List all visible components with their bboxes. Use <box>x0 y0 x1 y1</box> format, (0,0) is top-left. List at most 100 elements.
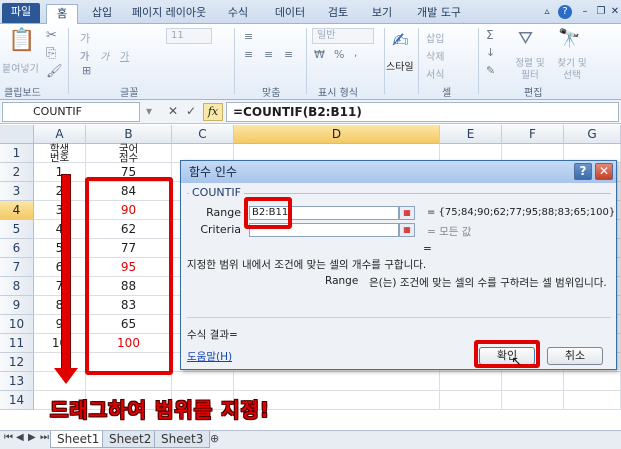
student-number-cell[interactable]: 3 <box>34 201 86 220</box>
row-header-9[interactable]: 9 <box>0 296 34 315</box>
row-header-3[interactable]: 3 <box>0 182 34 201</box>
insert-cells-button[interactable]: 삽입 <box>426 30 444 45</box>
cell[interactable] <box>502 372 564 391</box>
sheet-nav-next-icon[interactable]: ▶ <box>28 432 36 443</box>
student-number-cell[interactable]: 7 <box>34 277 86 296</box>
enter-formula-icon[interactable]: ✓ <box>186 104 196 118</box>
row-header-7[interactable]: 7 <box>0 258 34 277</box>
student-number-cell[interactable]: 4 <box>34 220 86 239</box>
column-header-f[interactable]: F <box>502 125 564 144</box>
student-number-cell[interactable]: 8 <box>34 296 86 315</box>
tab-page-layout[interactable]: 페이지 레이아웃 <box>126 4 212 24</box>
tab-view[interactable]: 보기 <box>368 4 396 24</box>
autosum-icon[interactable]: Σ <box>486 28 494 42</box>
range-collapse-icon[interactable]: ▦ <box>399 206 415 220</box>
cell[interactable] <box>440 372 502 391</box>
formula-input[interactable]: =COUNTIF(B2:B11) <box>226 102 619 122</box>
find-select-icon[interactable]: 🔭 <box>558 28 580 49</box>
sheet-nav-first-icon[interactable]: ⏮ <box>4 432 13 443</box>
row-header-6[interactable]: 6 <box>0 239 34 258</box>
cell[interactable] <box>564 391 621 410</box>
styles-icon[interactable]: ✍ <box>392 28 409 52</box>
comma-icon[interactable]: , <box>354 48 357 59</box>
font-name-box[interactable]: 가 <box>80 30 90 46</box>
cell[interactable] <box>564 372 621 391</box>
currency-icon[interactable]: ₩ <box>314 48 325 61</box>
bold-icon[interactable]: 가 <box>80 48 89 63</box>
tab-formulas[interactable]: 수식 <box>224 4 252 24</box>
tab-file[interactable]: 파일 <box>2 3 40 23</box>
align-top-icon[interactable]: ≡ <box>244 30 253 43</box>
sheet-tab-2[interactable]: Sheet2 <box>102 431 159 448</box>
underline-icon[interactable]: 가 <box>120 48 129 63</box>
row-header-4[interactable]: 4 <box>0 201 34 220</box>
align-right-icon[interactable]: ≡ <box>284 48 293 61</box>
insert-sheet-icon[interactable]: ⊕ <box>210 432 219 445</box>
window-minimize-icon[interactable]: – <box>578 5 592 19</box>
student-number-cell[interactable]: 10 <box>34 334 86 353</box>
row-header-2[interactable]: 2 <box>0 163 34 182</box>
tab-insert[interactable]: 삽입 <box>88 4 116 24</box>
name-box-dropdown-icon[interactable]: ▾ <box>146 104 152 118</box>
sheet-nav-prev-icon[interactable]: ◀ <box>16 432 24 443</box>
percent-icon[interactable]: % <box>334 48 344 61</box>
sort-filter-button[interactable]: 정렬 및 필터 <box>510 58 550 82</box>
tab-data[interactable]: 데이터 <box>272 4 308 24</box>
align-left-icon[interactable]: ≡ <box>244 48 253 61</box>
fill-icon[interactable]: ↓ <box>486 46 495 59</box>
header-korean-score[interactable]: 국어 점수 <box>86 144 172 163</box>
student-number-cell[interactable]: 1 <box>34 163 86 182</box>
window-restore-icon[interactable]: ❐ <box>594 5 608 19</box>
column-header-b[interactable]: B <box>86 125 172 144</box>
column-header-d[interactable]: D <box>234 125 440 144</box>
styles-label[interactable]: 스타일 <box>386 58 414 73</box>
delete-cells-button[interactable]: 삭제 <box>426 48 444 63</box>
header-student-number[interactable]: 학생 번호 <box>34 144 86 163</box>
insert-function-button[interactable]: fx <box>203 103 223 121</box>
sort-filter-icon[interactable]: ⛛ <box>518 28 533 49</box>
row-header-1[interactable]: 1 <box>0 144 34 163</box>
cut-icon[interactable]: ✂ <box>46 28 57 43</box>
cell[interactable] <box>172 372 234 391</box>
select-all-corner[interactable] <box>0 125 34 144</box>
row-header-11[interactable]: 11 <box>0 334 34 353</box>
column-header-g[interactable]: G <box>564 125 621 144</box>
find-select-button[interactable]: 찾기 및 선택 <box>552 58 592 82</box>
criteria-collapse-icon[interactable]: ▦ <box>399 223 415 237</box>
row-header-5[interactable]: 5 <box>0 220 34 239</box>
copy-icon[interactable]: ⎘ <box>46 46 56 61</box>
sheet-nav-last-icon[interactable]: ⏭ <box>40 432 49 443</box>
dialog-help-button[interactable]: ? <box>574 163 592 180</box>
student-number-cell[interactable]: 9 <box>34 315 86 334</box>
minimize-ribbon-icon[interactable]: ▵ <box>540 5 554 19</box>
column-header-c[interactable]: C <box>172 125 234 144</box>
cancel-button[interactable]: 취소 <box>547 347 603 365</box>
name-box[interactable]: COUNTIF <box>2 102 140 122</box>
row-header-13[interactable]: 13 <box>0 372 34 391</box>
help-icon[interactable]: ? <box>558 5 572 19</box>
cancel-formula-icon[interactable]: ✕ <box>168 104 178 118</box>
font-size-box[interactable]: 11 <box>166 28 212 44</box>
student-number-cell[interactable]: 5 <box>34 239 86 258</box>
column-header-e[interactable]: E <box>440 125 502 144</box>
cell[interactable] <box>234 372 440 391</box>
tab-home[interactable]: 홈 <box>46 4 78 24</box>
row-header-10[interactable]: 10 <box>0 315 34 334</box>
student-number-cell[interactable]: 6 <box>34 258 86 277</box>
column-header-a[interactable]: A <box>34 125 86 144</box>
paste-icon[interactable]: 📋 <box>8 28 35 53</box>
format-painter-icon[interactable]: 🖌 <box>46 64 63 79</box>
format-cells-button[interactable]: 서식 <box>426 66 444 81</box>
sheet-tab-3[interactable]: Sheet3 <box>154 431 211 448</box>
cell[interactable] <box>440 391 502 410</box>
student-number-cell[interactable]: 2 <box>34 182 86 201</box>
paste-label[interactable]: 붙여넣기 <box>2 60 39 75</box>
border-icon[interactable]: ⊞ <box>82 64 91 77</box>
italic-icon[interactable]: 가 <box>100 48 109 63</box>
help-link[interactable]: 도움말(H) <box>187 349 232 364</box>
row-header-14[interactable]: 14 <box>0 391 34 410</box>
window-close-icon[interactable]: ✕ <box>608 5 621 19</box>
row-header-12[interactable]: 12 <box>0 353 34 372</box>
align-center-icon[interactable]: ≡ <box>264 48 273 61</box>
cell[interactable] <box>502 391 564 410</box>
